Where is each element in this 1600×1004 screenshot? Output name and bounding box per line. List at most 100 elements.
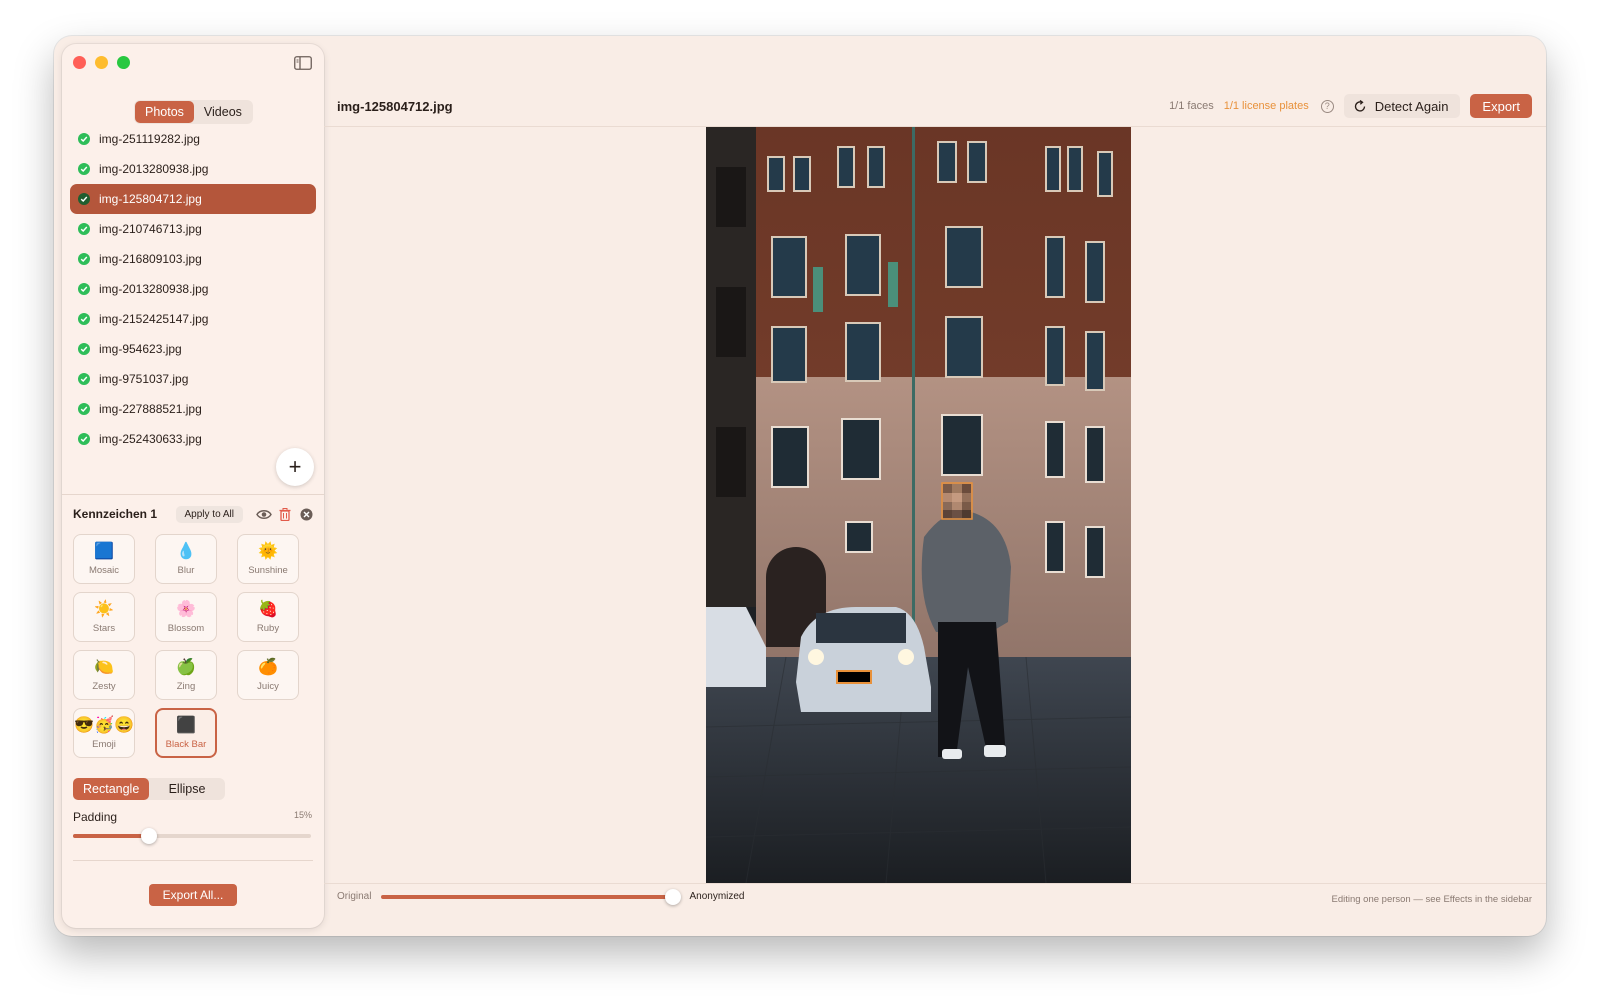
padding-slider-fill [73, 834, 150, 838]
effect-zing[interactable]: 🍏 Zing [155, 650, 217, 700]
effect-stars[interactable]: ☀️ Stars [73, 592, 135, 642]
effect-ruby[interactable]: 🍓 Ruby [237, 592, 299, 642]
padding-row: Padding 15% [73, 810, 312, 824]
effect-label: Blossom [167, 623, 205, 634]
check-circle-icon [78, 283, 90, 295]
file-name: img-216809103.jpg [99, 252, 202, 266]
black-bar-icon: ⬛ [176, 717, 196, 734]
padding-slider[interactable] [73, 828, 311, 844]
file-name: img-125804712.jpg [99, 192, 202, 206]
blur-icon: 💧 [176, 543, 196, 560]
divider [324, 883, 1546, 884]
divider [73, 860, 313, 861]
check-circle-icon [78, 373, 90, 385]
compare-slider-row: Original Anonymized [337, 888, 745, 905]
effect-blur[interactable]: 💧 Blur [155, 534, 217, 584]
effect-zesty[interactable]: 🍋 Zesty [73, 650, 135, 700]
effect-label: Ruby [256, 623, 280, 634]
export-button[interactable]: Export [1470, 94, 1532, 118]
compare-original-label: Original [337, 891, 372, 902]
stars-icon: ☀️ [94, 601, 114, 618]
refresh-icon [1354, 99, 1365, 112]
effect-label: Zesty [92, 681, 116, 692]
trash-icon[interactable] [277, 506, 293, 522]
mosaic-icon: 🟦 [94, 543, 114, 560]
close-circle-icon[interactable] [298, 506, 314, 522]
zoom-window-button[interactable] [117, 56, 130, 69]
file-list-item[interactable]: img-227888521.jpg [70, 394, 316, 424]
media-type-tabs: Photos Videos [134, 100, 253, 124]
file-list-item[interactable]: img-2152425147.jpg [70, 304, 316, 334]
effect-emoji[interactable]: 😎🥳😄 Emoji [73, 708, 135, 758]
file-list-item[interactable]: img-2013280938.jpg [70, 274, 316, 304]
help-icon[interactable]: ? [1320, 99, 1334, 113]
file-name: img-2152425147.jpg [99, 312, 209, 326]
ruby-icon: 🍓 [258, 601, 278, 618]
file-name: img-227888521.jpg [99, 402, 202, 416]
effect-label: Emoji [92, 739, 116, 750]
apply-to-all-button[interactable]: Apply to All [175, 505, 243, 523]
export-all-button[interactable]: Export All... [149, 884, 237, 906]
window-controls [73, 56, 130, 69]
effect-black-bar[interactable]: ⬛ Black Bar [155, 708, 217, 758]
check-circle-icon [78, 253, 90, 265]
photo-preview[interactable] [706, 127, 1131, 883]
tab-videos[interactable]: Videos [194, 101, 252, 123]
file-list-item[interactable]: img-2013280938.jpg [70, 154, 316, 184]
file-list-item[interactable]: img-210746713.jpg [70, 214, 316, 244]
zesty-icon: 🍋 [94, 659, 114, 676]
effect-sunshine[interactable]: 🌞 Sunshine [237, 534, 299, 584]
file-list-item[interactable]: img-252430633.jpg [70, 424, 316, 454]
check-circle-icon [78, 313, 90, 325]
check-circle-icon [78, 343, 90, 355]
panel-title: Kennzeichen 1 [73, 507, 158, 521]
effect-label: Stars [92, 623, 116, 634]
effect-panel-header: Kennzeichen 1 Apply to All [73, 504, 314, 524]
compare-slider-knob[interactable] [665, 888, 682, 905]
file-name: img-2013280938.jpg [99, 162, 209, 176]
file-list-item[interactable]: img-954623.jpg [70, 334, 316, 364]
file-name: img-9751037.jpg [99, 372, 189, 386]
toolbar: 1/1 faces 1/1 license plates ? Detect Ag… [1169, 94, 1532, 118]
file-list-item[interactable]: img-9751037.jpg [70, 364, 316, 394]
file-list-item[interactable]: img-251119282.jpg [70, 124, 316, 154]
effect-juicy[interactable]: 🍊 Juicy [237, 650, 299, 700]
padding-label: Padding [73, 810, 118, 824]
compare-slider[interactable] [381, 888, 682, 905]
file-name: img-2013280938.jpg [99, 282, 209, 296]
plates-count[interactable]: 1/1 license plates [1224, 100, 1309, 112]
padding-slider-knob[interactable] [141, 828, 158, 844]
divider [62, 494, 324, 495]
check-circle-icon [78, 223, 90, 235]
sidebar-toggle-icon[interactable] [294, 56, 312, 70]
effect-mosaic[interactable]: 🟦 Mosaic [73, 534, 135, 584]
file-name: img-954623.jpg [99, 342, 182, 356]
emoji-icon: 😎🥳😄 [74, 717, 134, 734]
minimize-window-button[interactable] [95, 56, 108, 69]
current-filename: img-125804712.jpg [337, 99, 453, 114]
detect-again-button[interactable]: Detect Again [1343, 94, 1461, 118]
padding-value: 15% [293, 810, 312, 820]
juicy-icon: 🍊 [258, 659, 278, 676]
file-list-item[interactable]: img-216809103.jpg [70, 244, 316, 274]
shape-ellipse[interactable]: Ellipse [149, 778, 225, 800]
file-name: img-251119282.jpg [99, 132, 200, 146]
effect-blossom[interactable]: 🌸 Blossom [155, 592, 217, 642]
close-window-button[interactable] [73, 56, 86, 69]
blossom-icon: 🌸 [176, 601, 196, 618]
eye-icon[interactable] [256, 506, 272, 522]
plus-icon: + [288, 454, 302, 479]
check-circle-icon [78, 433, 90, 445]
effect-label: Juicy [257, 681, 279, 692]
file-list-item[interactable]: img-125804712.jpg [70, 184, 316, 214]
check-circle-icon [78, 193, 90, 205]
tab-photos[interactable]: Photos [135, 101, 194, 123]
add-file-button[interactable]: + [276, 448, 314, 486]
file-list: img-251119282.jpg img-2013280938.jpg img-1… [70, 124, 316, 454]
effect-label: Zing [176, 681, 196, 692]
check-circle-icon [78, 163, 90, 175]
street-photo-image [706, 127, 1131, 883]
file-name: img-210746713.jpg [99, 222, 202, 236]
app-window: Photos Videos img-251119282.jpg img-20132… [54, 36, 1546, 936]
shape-rectangle[interactable]: Rectangle [73, 778, 149, 800]
